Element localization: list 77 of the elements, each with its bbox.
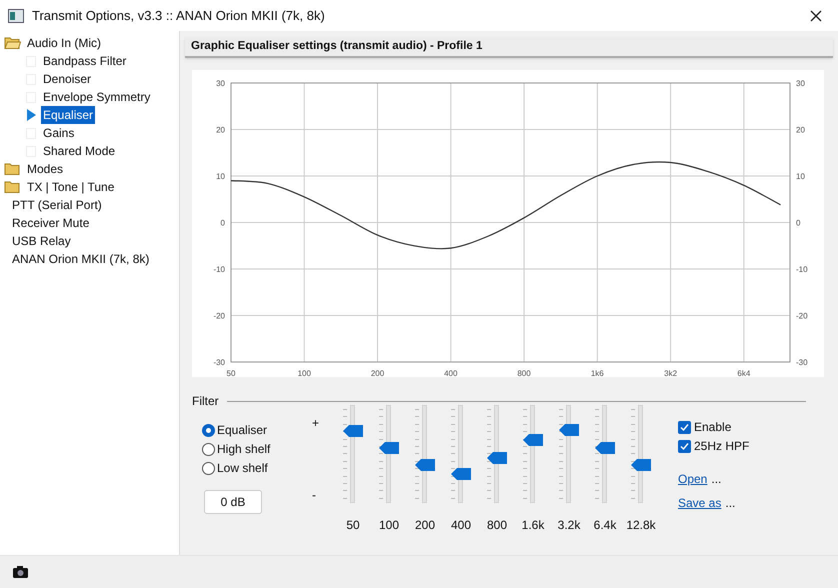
tree-item[interactable]: ANAN Orion MKII (7k, 8k)	[10, 250, 152, 268]
band-label: 3.2k	[556, 517, 580, 534]
slider-thumb[interactable]	[487, 452, 507, 464]
tree-item[interactable]: Bandpass Filter	[41, 52, 128, 70]
axis-tick-label: -30	[213, 358, 225, 367]
axis-tick-label: 0	[796, 218, 800, 228]
slider-thumb[interactable]	[451, 468, 471, 480]
band-label: 100	[378, 517, 400, 534]
band-label: 800	[486, 517, 508, 534]
radio-label: Equaliser	[217, 422, 268, 439]
tree-item[interactable]: Audio In (Mic)	[25, 34, 104, 52]
slider-thumb[interactable]	[415, 458, 435, 471]
radio-label: Low shelf	[217, 460, 268, 477]
link[interactable]: Open	[678, 470, 708, 488]
axis-tick-label: 30	[796, 79, 805, 88]
band-label: 200	[414, 517, 436, 534]
axis-tick-label: 6k4	[737, 369, 750, 377]
section-title: Filter	[192, 393, 219, 410]
axis-tick-label: 20	[796, 126, 805, 134]
radio-label: High shelf	[217, 441, 270, 458]
axis-tick-label: 50	[226, 369, 236, 377]
tree-item[interactable]: Equaliser	[41, 106, 96, 124]
axis-tick-label: 1k6	[590, 369, 604, 377]
band-label: 400	[450, 517, 472, 534]
axis-tick-label: 0	[220, 218, 225, 228]
axis-tick-label: -20	[213, 312, 225, 320]
band-label: 6.4k	[592, 517, 616, 534]
tree-item[interactable]: PTT (Serial Port)	[10, 196, 104, 214]
axis-tick-label: 800	[517, 369, 531, 377]
axis-tick-label: 200	[370, 369, 384, 377]
camera-icon[interactable]	[13, 566, 28, 578]
axis-tick-label: 3k2	[664, 369, 678, 377]
gain-button[interactable]: 0 dB	[204, 490, 262, 514]
slider-thumb[interactable]	[379, 442, 399, 454]
minus-label: -	[312, 487, 317, 504]
checkbox[interactable]	[678, 420, 691, 434]
band-label: 12.8k	[625, 517, 656, 534]
slider-thumb[interactable]	[595, 442, 615, 454]
ellipsis-label: ...	[725, 495, 736, 512]
checkbox[interactable]	[678, 440, 691, 452]
checkbox-label: 25Hz HPF	[694, 438, 750, 455]
radio-button[interactable]	[202, 442, 215, 456]
axis-tick-label: 20	[216, 126, 225, 134]
axis-tick-label: -10	[796, 265, 808, 274]
axis-tick-label: 30	[216, 79, 225, 88]
tree-item[interactable]: Envelope Symmetry	[41, 88, 152, 106]
axis-tick-label: -20	[796, 312, 808, 320]
band-label: 1.6k	[520, 517, 544, 534]
slider-thumb[interactable]	[343, 424, 363, 437]
plus-label: +	[312, 415, 320, 432]
slider-thumb[interactable]	[631, 458, 651, 471]
checkbox-label: Enable	[694, 419, 732, 436]
radio-button[interactable]	[202, 424, 215, 436]
axis-tick-label: 400	[444, 369, 458, 377]
pointer-icon	[26, 109, 36, 121]
window-title: Transmit Options, v3.3 :: ANAN Orion MKII (7k, 8k)	[32, 6, 325, 25]
tree-item[interactable]: Denoiser	[41, 70, 94, 88]
tree-item[interactable]: TX | Tone | Tune	[25, 178, 116, 196]
axis-tick-label: -30	[796, 358, 808, 367]
tree-item[interactable]: Modes	[25, 160, 66, 178]
tree-item[interactable]: Receiver Mute	[10, 214, 92, 232]
radio-button[interactable]	[202, 462, 215, 474]
tree-item[interactable]: Shared Mode	[41, 142, 118, 160]
axis-tick-label: 10	[216, 172, 225, 181]
axis-tick-label: -10	[213, 265, 225, 274]
tree-item[interactable]: USB Relay	[10, 232, 73, 250]
panel-header: Graphic Equaliser settings (transmit audio) - Profile 1	[185, 38, 833, 58]
close-icon[interactable]	[810, 10, 822, 22]
tree-item[interactable]: Gains	[41, 124, 76, 142]
band-label: 50	[345, 517, 360, 534]
link[interactable]: Save as	[678, 494, 722, 512]
app-icon	[8, 8, 24, 22]
slider-thumb[interactable]	[559, 424, 579, 436]
slider-thumb[interactable]	[523, 434, 543, 446]
ellipsis-label: ...	[711, 471, 722, 488]
axis-tick-label: 100	[298, 369, 311, 377]
axis-tick-label: 10	[796, 172, 805, 181]
